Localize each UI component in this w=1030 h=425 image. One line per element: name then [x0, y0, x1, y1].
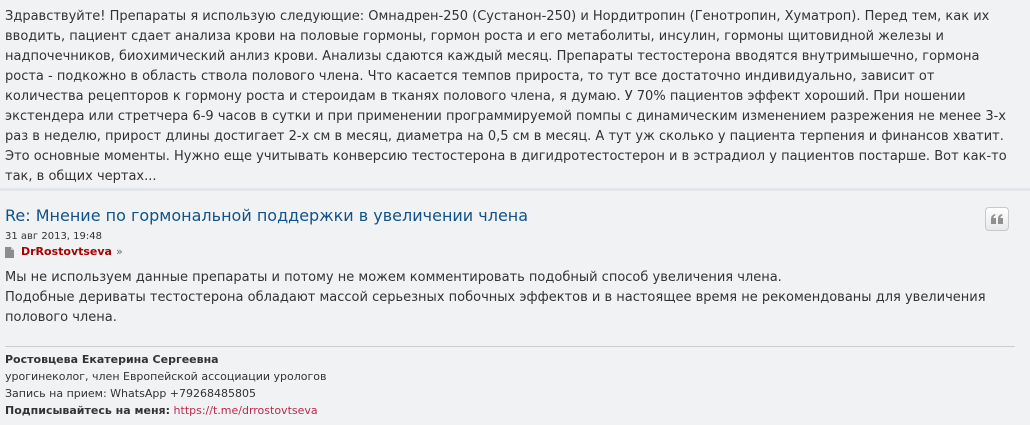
quote-button[interactable]: [985, 207, 1009, 231]
signature-role: урогинеколог, член Европейской ассоциаци…: [5, 370, 327, 383]
reply-post: Re: Мнение по гормональной поддержки в у…: [0, 191, 1030, 425]
post-date: 31 авг 2013, 19:48: [5, 231, 102, 242]
signature-divider: [5, 346, 1015, 347]
author-link[interactable]: DrRostovtseva: [21, 245, 112, 259]
post-author-line: DrRostovtseva »: [5, 245, 123, 259]
previous-post: Здравствуйте! Препараты я использую след…: [0, 0, 1030, 188]
signature-appointment: Запись на прием: WhatsApp +79268485805: [5, 387, 257, 400]
subscribe-label: Подписывайтесь на меня:: [5, 404, 171, 417]
signature: Ростовцева Екатерина Сергеевна урогинеко…: [5, 351, 327, 419]
previous-post-content: Здравствуйте! Препараты я использую след…: [5, 9, 1007, 184]
post-document-icon: [5, 246, 14, 258]
post-body-line: Подобные дериваты тестостерона обладают …: [5, 290, 986, 325]
telegram-link[interactable]: https://t.me/drrostovtseva: [174, 404, 318, 417]
quote-icon: [991, 214, 1003, 224]
signature-subscribe: Подписывайтесь на меня: https://t.me/drr…: [5, 402, 327, 419]
post-title-link[interactable]: Re: Мнение по гормональной поддержки в у…: [5, 206, 528, 226]
post-content: Мы не используем данные препараты и пото…: [5, 268, 1015, 328]
post-body-line: Мы не используем данные препараты и пото…: [5, 270, 782, 285]
author-arrow: »: [115, 245, 123, 258]
signature-name: Ростовцева Екатерина Сергеевна: [5, 353, 219, 366]
